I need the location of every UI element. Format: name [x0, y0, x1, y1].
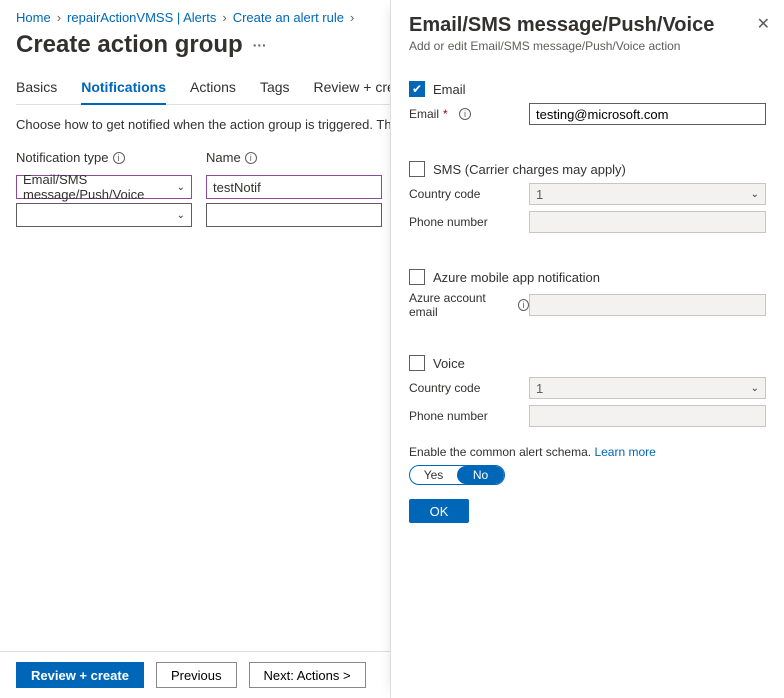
chevron-right-icon: › [57, 10, 61, 25]
toggle-no[interactable]: No [457, 466, 504, 484]
info-icon[interactable]: i [113, 152, 125, 164]
chevron-down-icon: ⌄ [177, 182, 185, 193]
push-checkbox-label: Azure mobile app notification [433, 270, 600, 285]
side-panel: ✕ Email/SMS message/Push/Voice Add or ed… [390, 0, 784, 698]
push-email-input [529, 294, 766, 316]
ok-button[interactable]: OK [409, 499, 469, 523]
notification-name-input-empty[interactable] [206, 203, 382, 227]
schema-toggle[interactable]: Yes No [409, 465, 505, 485]
notification-type-select[interactable]: Email/SMS message/Push/Voice⌄ [16, 175, 192, 199]
chevron-down-icon: ⌄ [177, 210, 185, 221]
info-icon[interactable]: i [245, 152, 257, 164]
push-email-label: Azure account email i [409, 291, 529, 319]
push-checkbox[interactable] [409, 269, 425, 285]
column-header-type: Notification typei [16, 150, 192, 165]
voice-phone-input [529, 405, 766, 427]
notification-type-select-empty[interactable]: ⌄ [16, 203, 192, 227]
voice-phone-label: Phone number [409, 409, 529, 423]
tab-basics[interactable]: Basics [16, 73, 57, 104]
toggle-yes[interactable]: Yes [410, 466, 457, 484]
voice-checkbox[interactable] [409, 355, 425, 371]
chevron-down-icon: ⌄ [751, 383, 759, 394]
info-icon[interactable]: i [518, 299, 529, 311]
tab-notifications[interactable]: Notifications [81, 73, 166, 105]
panel-subtitle: Add or edit Email/SMS message/Push/Voice… [409, 39, 766, 53]
tab-tags[interactable]: Tags [260, 73, 290, 104]
learn-more-link[interactable]: Learn more [594, 445, 655, 459]
voice-country-code-label: Country code [409, 381, 529, 395]
chevron-down-icon: ⌄ [751, 189, 759, 200]
more-icon[interactable]: ··· [253, 37, 267, 53]
voice-country-code-select[interactable]: 1⌄ [529, 377, 766, 399]
sms-country-code-select[interactable]: 1⌄ [529, 183, 766, 205]
sms-phone-input [529, 211, 766, 233]
sms-phone-label: Phone number [409, 215, 529, 229]
tab-actions[interactable]: Actions [190, 73, 236, 104]
sms-checkbox[interactable] [409, 161, 425, 177]
schema-text: Enable the common alert schema. Learn mo… [409, 445, 766, 459]
email-checkbox-label: Email [433, 82, 466, 97]
chevron-right-icon: › [222, 10, 226, 25]
chevron-right-icon: › [350, 10, 354, 25]
previous-button[interactable]: Previous [156, 662, 237, 688]
sms-country-code-label: Country code [409, 187, 529, 201]
breadcrumb-alerts[interactable]: repairActionVMSS | Alerts [67, 10, 216, 25]
breadcrumb-create-rule[interactable]: Create an alert rule [233, 10, 344, 25]
notification-name-input[interactable]: testNotif [206, 175, 382, 199]
voice-checkbox-label: Voice [433, 356, 465, 371]
email-input[interactable] [529, 103, 766, 125]
breadcrumb-home[interactable]: Home [16, 10, 51, 25]
close-icon[interactable]: ✕ [757, 14, 770, 34]
info-icon[interactable]: i [459, 108, 471, 120]
next-button[interactable]: Next: Actions > [249, 662, 366, 688]
email-checkbox[interactable]: ✔ [409, 81, 425, 97]
review-create-button[interactable]: Review + create [16, 662, 144, 688]
sms-checkbox-label: SMS (Carrier charges may apply) [433, 162, 626, 177]
column-header-name: Namei [206, 150, 382, 165]
panel-title: Email/SMS message/Push/Voice [409, 14, 766, 37]
email-label: Email * i [409, 107, 529, 121]
